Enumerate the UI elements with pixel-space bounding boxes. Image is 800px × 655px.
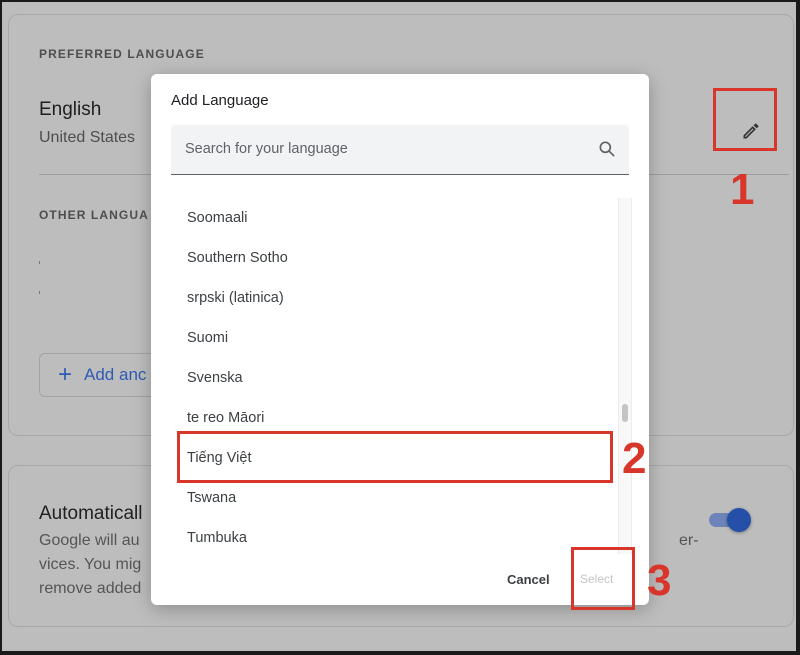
annotation-number-2: 2: [622, 434, 647, 483]
preferred-language-region: United States: [39, 129, 136, 146]
toggle-knob: [727, 508, 751, 532]
annotation-number-3: 3: [647, 556, 672, 605]
preferred-language-label: PREFERRED LANGUAGE: [39, 47, 205, 61]
list-scrollbar[interactable]: [618, 198, 632, 554]
language-list: Soomaali Southern Sotho srpski (latinica…: [171, 198, 611, 558]
language-option[interactable]: Tswana: [171, 478, 611, 518]
list-marker: [39, 291, 40, 294]
add-button-label: Add anc: [84, 365, 147, 384]
plus-icon: +: [58, 361, 73, 388]
cancel-button[interactable]: Cancel: [503, 568, 554, 591]
annotation-box-1: [713, 88, 777, 151]
language-option[interactable]: Southern Sotho: [171, 238, 611, 278]
scrollbar-thumb[interactable]: [622, 404, 628, 422]
dialog-title: Add Language: [171, 92, 269, 109]
annotation-box-2: [177, 431, 613, 483]
language-option[interactable]: Soomaali: [171, 198, 611, 238]
language-option[interactable]: Suomi: [171, 318, 611, 358]
list-marker: [39, 261, 40, 264]
language-option[interactable]: Svenska: [171, 358, 611, 398]
language-option[interactable]: Tumbuka: [171, 518, 611, 558]
search-icon[interactable]: [597, 139, 617, 159]
language-option[interactable]: srpski (latinica): [171, 278, 611, 318]
desc-line-end: er-: [679, 532, 699, 549]
other-languages-label: OTHER LANGUA: [39, 208, 149, 222]
add-language-dialog: Add Language Soomaali Southern Sotho srp…: [151, 74, 649, 605]
page-background: PREFERRED LANGUAGE English United States…: [2, 2, 796, 651]
annotation-box-3: [571, 547, 635, 610]
search-field: [171, 125, 629, 175]
annotation-number-1: 1: [730, 165, 755, 214]
auto-add-title: Automaticall: [39, 503, 143, 524]
auto-add-toggle[interactable]: [707, 507, 753, 533]
preferred-language-name: English: [39, 99, 102, 120]
search-input[interactable]: [171, 125, 609, 173]
